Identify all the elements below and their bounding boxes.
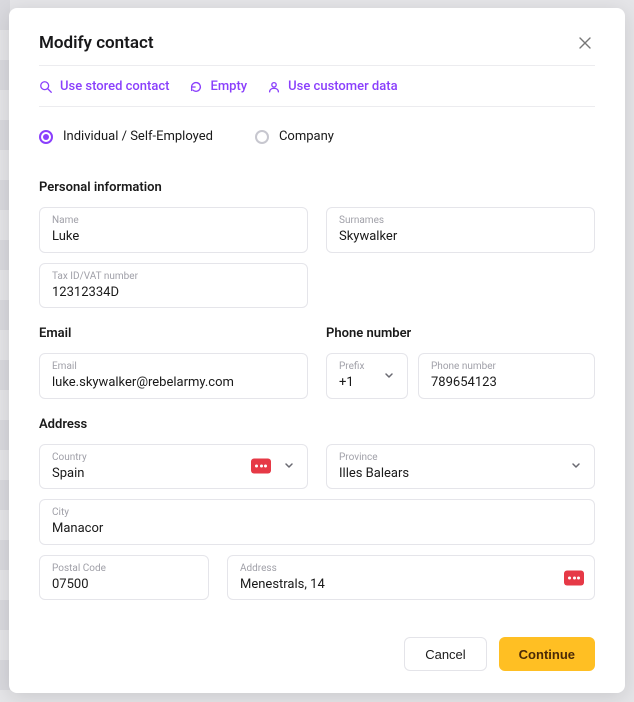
- phone-number-label: Phone number: [431, 361, 582, 373]
- modal-header: Modify contact: [39, 33, 595, 53]
- modal-footer: Cancel Continue: [39, 619, 595, 671]
- use-stored-contact-link[interactable]: Use stored contact: [39, 79, 169, 94]
- email-value: luke.skywalker@rebelarmy.com: [52, 374, 295, 392]
- empty-label: Empty: [210, 79, 247, 94]
- flag-icon: [564, 570, 584, 585]
- city-field[interactable]: City Manacor: [39, 499, 595, 545]
- flag-icon: [251, 459, 271, 474]
- radio-icon: [255, 130, 269, 144]
- radio-company[interactable]: Company: [255, 129, 334, 144]
- action-links: Use stored contact Empty Use customer da…: [39, 66, 595, 106]
- country-field[interactable]: Country Spain: [39, 444, 308, 490]
- close-icon[interactable]: [575, 33, 595, 53]
- name-label: Name: [52, 215, 295, 227]
- chevron-down-icon: [570, 457, 582, 476]
- chevron-down-icon: [383, 366, 395, 385]
- refresh-icon: [189, 80, 203, 94]
- empty-link[interactable]: Empty: [189, 79, 247, 94]
- postal-code-label: Postal Code: [52, 563, 196, 575]
- country-value: Spain: [52, 465, 271, 483]
- phone-number-value: 789654123: [431, 374, 582, 392]
- postal-code-value: 07500: [52, 576, 196, 594]
- address-field[interactable]: Address Menestrals, 14: [227, 555, 595, 601]
- surnames-field[interactable]: Surnames Skywalker: [326, 207, 595, 253]
- user-icon: [267, 80, 281, 94]
- prefix-field[interactable]: Prefix +1: [326, 353, 408, 399]
- personal-info-heading: Personal information: [39, 180, 595, 195]
- prefix-label: Prefix: [339, 361, 371, 373]
- prefix-value: +1: [339, 374, 371, 392]
- radio-icon: [39, 130, 53, 144]
- address-heading: Address: [39, 417, 595, 432]
- contact-type-radios: Individual / Self-Employed Company: [39, 107, 595, 162]
- modify-contact-modal: Modify contact Use stored contact Empty: [9, 8, 625, 693]
- radio-individual[interactable]: Individual / Self-Employed: [39, 129, 213, 144]
- email-label: Email: [52, 361, 295, 373]
- use-customer-data-label: Use customer data: [288, 79, 397, 94]
- continue-label: Continue: [519, 647, 575, 662]
- tax-id-label: Tax ID/VAT number: [52, 271, 295, 283]
- city-label: City: [52, 507, 582, 519]
- chevron-down-icon: [283, 457, 295, 476]
- phone-heading: Phone number: [326, 326, 595, 341]
- province-label: Province: [339, 452, 558, 464]
- email-field[interactable]: Email luke.skywalker@rebelarmy.com: [39, 353, 308, 399]
- search-icon: [39, 80, 53, 94]
- cancel-button[interactable]: Cancel: [404, 637, 486, 671]
- surnames-value: Skywalker: [339, 228, 582, 246]
- province-field[interactable]: Province Illes Balears: [326, 444, 595, 490]
- continue-button[interactable]: Continue: [499, 637, 595, 671]
- city-value: Manacor: [52, 520, 582, 538]
- phone-number-field[interactable]: Phone number 789654123: [418, 353, 595, 399]
- cancel-label: Cancel: [425, 647, 465, 662]
- country-label: Country: [52, 452, 271, 464]
- email-heading: Email: [39, 326, 308, 341]
- name-field[interactable]: Name Luke: [39, 207, 308, 253]
- name-value: Luke: [52, 228, 295, 246]
- province-value: Illes Balears: [339, 465, 558, 483]
- modal-title: Modify contact: [39, 33, 154, 53]
- tax-id-field[interactable]: Tax ID/VAT number 12312334D: [39, 263, 308, 309]
- tax-id-value: 12312334D: [52, 284, 295, 302]
- address-label: Address: [240, 563, 582, 575]
- radio-company-label: Company: [279, 129, 334, 144]
- use-customer-data-link[interactable]: Use customer data: [267, 79, 397, 94]
- postal-code-field[interactable]: Postal Code 07500: [39, 555, 209, 601]
- surnames-label: Surnames: [339, 215, 582, 227]
- radio-individual-label: Individual / Self-Employed: [63, 129, 213, 144]
- address-value: Menestrals, 14: [240, 576, 582, 594]
- use-stored-contact-label: Use stored contact: [60, 79, 169, 94]
